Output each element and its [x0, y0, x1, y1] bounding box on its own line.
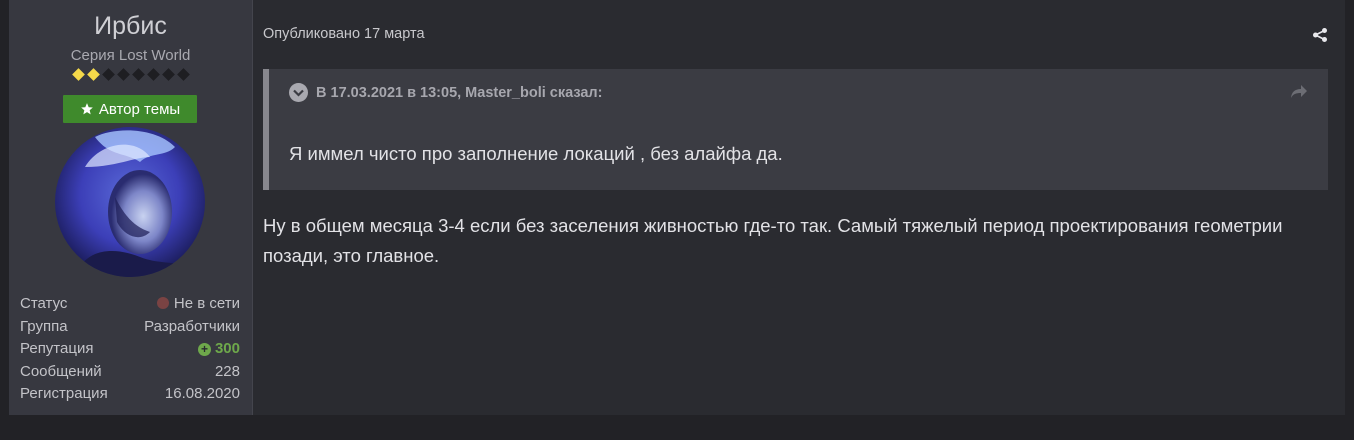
rank-pip-empty — [131, 68, 145, 81]
author-panel: Ирбис Серия Lost World Автор темы Статус… — [9, 0, 253, 415]
badge-label: Автор темы — [98, 100, 181, 118]
quote-text: Я иммел чисто про заполнение локаций , б… — [289, 143, 783, 164]
offline-dot-icon — [156, 297, 169, 309]
stat-registration: Регистрация 16.08.2020 — [20, 383, 240, 406]
forum-post: Ирбис Серия Lost World Автор темы Статус… — [9, 0, 1345, 415]
post-date[interactable]: Опубликовано 17 марта — [263, 26, 425, 42]
avatar-image — [55, 127, 205, 277]
stat-label: Статус — [20, 295, 68, 312]
rank-pip-filled — [86, 68, 100, 81]
rank-pip-empty — [161, 68, 175, 81]
quote-block: В 17.03.2021 в 13:05, Master_boli сказал… — [263, 69, 1328, 190]
avatar[interactable] — [55, 127, 205, 277]
stat-posts: Сообщений 228 — [20, 361, 240, 384]
author-stats: Статус Не в сети Группа Разработчики Реп… — [20, 293, 240, 406]
rank-pip-empty — [146, 68, 160, 81]
stat-label: Регистрация — [20, 385, 108, 402]
topic-author-badge: Автор темы — [63, 95, 197, 123]
share-icon[interactable] — [1312, 27, 1328, 43]
post-content: Ну в общем месяца 3-4 если без заселения… — [263, 215, 1283, 266]
reputation-number: 300 — [214, 340, 240, 357]
status-value: Не в сети — [173, 295, 240, 312]
stat-value: Разработчики — [144, 317, 240, 335]
rank-pip-empty — [116, 68, 130, 81]
stat-status: Статус Не в сети — [20, 293, 240, 316]
rank-pips — [9, 68, 252, 81]
stat-label: Сообщений — [20, 362, 102, 380]
rank-pip-empty — [101, 68, 115, 81]
stat-reputation: Репутация +300 — [20, 338, 240, 361]
reputation-value: +300 — [197, 338, 240, 361]
star-icon — [80, 103, 93, 115]
arrow-forward-icon[interactable] — [1290, 84, 1308, 100]
rank-pip-filled — [71, 68, 85, 81]
author-name[interactable]: Ирбис — [9, 12, 252, 41]
stat-group: Группа Разработчики — [20, 316, 240, 339]
stat-value: 228 — [214, 362, 240, 380]
quote-header[interactable]: В 17.03.2021 в 13:05, Master_boli сказал… — [289, 83, 602, 102]
chevron-down-icon[interactable] — [289, 83, 308, 102]
rank-pip-empty — [176, 68, 190, 81]
plus-circle-icon: + — [197, 343, 211, 356]
quote-citation: В 17.03.2021 в 13:05, Master_boli сказал… — [316, 84, 603, 101]
stat-value: Не в сети — [156, 293, 240, 316]
stat-label: Репутация — [20, 340, 94, 357]
stat-label: Группа — [20, 317, 68, 335]
stat-value: 16.08.2020 — [164, 385, 240, 402]
author-title: Серия Lost World — [70, 47, 191, 64]
